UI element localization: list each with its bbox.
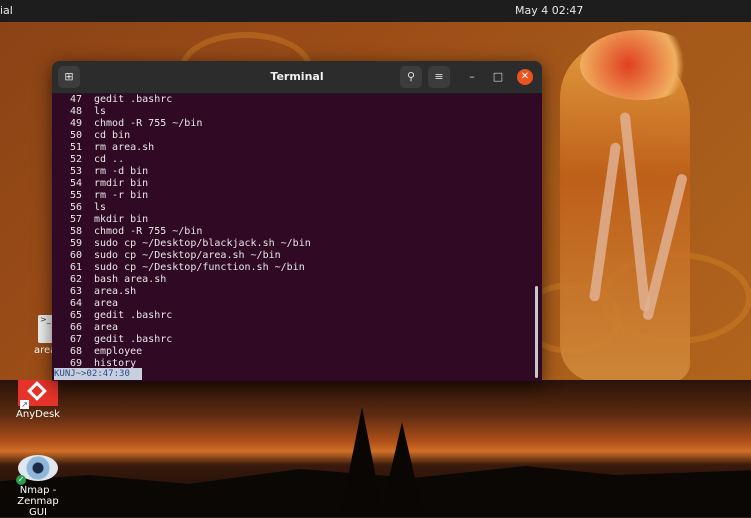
history-command: area [94, 322, 119, 333]
history-command: bash area.sh [94, 274, 167, 285]
history-line: 62 bash area.sh [52, 274, 542, 286]
history-command: sudo cp ~/Desktop/blackjack.sh ~/bin [94, 238, 311, 249]
history-line: 47 gedit .bashrc [52, 94, 542, 106]
desktop-icon-label: AnyDesk [16, 409, 60, 420]
history-line-number: 59 [69, 238, 82, 249]
history-line: 65 gedit .bashrc [52, 310, 542, 322]
history-command: rm area.sh [94, 142, 155, 153]
history-command: ls [94, 202, 107, 213]
history-line-number: 51 [69, 142, 82, 153]
history-line-number: 68 [69, 346, 82, 357]
history-line-number: 57 [69, 214, 82, 225]
history-line-number: 56 [69, 202, 82, 213]
history-line-number: 60 [69, 250, 82, 261]
desktop-icon-label: Zenmap GUI [17, 496, 59, 518]
history-line: 57 mkdir bin [52, 214, 542, 226]
history-line-number: 53 [69, 166, 82, 177]
history-line-number: 65 [69, 310, 82, 321]
search-icon[interactable]: ⚲ [400, 66, 422, 88]
desktop-icon-zenmap[interactable]: ✓ Nmap - Zenmap GUI [8, 455, 68, 518]
terminal-window[interactable]: ⊞ Terminal ⚲ ≡ – □ ✕ 47 gedit .bashrc 48 ls… [52, 61, 542, 381]
history-line: 50 cd bin [52, 130, 542, 142]
history-command: gedit .bashrc [94, 94, 173, 105]
history-line-number: 47 [69, 94, 82, 105]
verified-check-icon: ✓ [16, 475, 26, 485]
history-line-number: 49 [69, 118, 82, 129]
history-line: 51 rm area.sh [52, 142, 542, 154]
top-bar: ial May 4 02:47 [0, 0, 751, 22]
history-line: 49 chmod -R 755 ~/bin [52, 118, 542, 130]
history-command: area [94, 298, 119, 309]
history-line: 55 rm -r bin [52, 190, 542, 202]
history-command: ls [94, 106, 107, 117]
desktop-icon-label: Nmap - [19, 485, 57, 496]
history-line: 54 rmdir bin [52, 178, 542, 190]
scrollbar[interactable] [535, 286, 538, 378]
history-command: chmod -R 755 ~/bin [94, 118, 203, 129]
history-line-number: 64 [69, 298, 82, 309]
history-line-number: 66 [69, 322, 82, 333]
close-icon[interactable]: ✕ [517, 69, 533, 85]
history-line: 53 rm -d bin [52, 166, 542, 178]
maximize-icon[interactable]: □ [490, 69, 506, 85]
shell-prompt[interactable]: KUNJ~>02:47:30 [54, 368, 142, 380]
history-line-number: 48 [69, 106, 82, 117]
history-command: gedit .bashrc [94, 334, 173, 345]
history-line-number: 55 [69, 190, 82, 201]
hamburger-menu-icon[interactable]: ≡ [428, 66, 450, 88]
system-menu[interactable] [737, 4, 743, 16]
wallpaper-tree [340, 407, 384, 517]
wallpaper-tree [380, 422, 424, 517]
history-command: cd bin [94, 130, 131, 141]
history-line: 63 area.sh [52, 286, 542, 298]
history-command: chmod -R 755 ~/bin [94, 226, 203, 237]
history-line: 66 area [52, 322, 542, 334]
history-line: 67 gedit .bashrc [52, 334, 542, 346]
history-line: 48 ls [52, 106, 542, 118]
history-line: 61 sudo cp ~/Desktop/function.sh ~/bin [52, 262, 542, 274]
terminal-output[interactable]: 47 gedit .bashrc 48 ls 49 chmod -R 755 ~/bin 5… [52, 94, 542, 381]
desktop-sunset-background [0, 380, 751, 517]
history-line-number: 61 [69, 262, 82, 273]
history-line-number: 62 [69, 274, 82, 285]
history-line-number: 58 [69, 226, 82, 237]
history-line: 59 sudo cp ~/Desktop/blackjack.sh ~/bin [52, 238, 542, 250]
terminal-titlebar[interactable]: ⊞ Terminal ⚲ ≡ – □ ✕ [52, 61, 542, 94]
anydesk-icon: ↗ [18, 380, 58, 409]
history-command: rmdir bin [94, 178, 149, 189]
history-command: gedit .bashrc [94, 310, 173, 321]
history-line-number: 50 [69, 130, 82, 141]
history-line: 68 employee [52, 346, 542, 358]
history-command: sudo cp ~/Desktop/area.sh ~/bin [94, 250, 281, 261]
history-line: 52 cd .. [52, 154, 542, 166]
history-line-number: 54 [69, 178, 82, 189]
history-command: sudo cp ~/Desktop/function.sh ~/bin [94, 262, 305, 273]
history-line: 60 sudo cp ~/Desktop/area.sh ~/bin [52, 250, 542, 262]
history-line: 58 chmod -R 755 ~/bin [52, 226, 542, 238]
history-command: cd .. [94, 154, 125, 165]
shortcut-arrow-icon: ↗ [20, 400, 29, 409]
history-line-number: 67 [69, 334, 82, 345]
history-command: employee [94, 346, 143, 357]
zenmap-eye-icon: ✓ [16, 455, 58, 485]
history-command: mkdir bin [94, 214, 149, 225]
history-command: rm -r bin [94, 190, 149, 201]
history-command: area.sh [94, 286, 137, 297]
clock[interactable]: May 4 02:47 [515, 4, 583, 17]
minimize-icon[interactable]: – [464, 69, 480, 85]
activities-button[interactable]: ial [0, 4, 13, 17]
history-line: 56 ls [52, 202, 542, 214]
history-command: rm -d bin [94, 166, 149, 177]
desktop-icon-anydesk[interactable]: ↗ AnyDesk [14, 380, 62, 420]
history-line-number: 63 [69, 286, 82, 297]
history-line: 64 area [52, 298, 542, 310]
wallpaper-bird-head [580, 30, 700, 100]
history-line-number: 52 [69, 154, 82, 165]
